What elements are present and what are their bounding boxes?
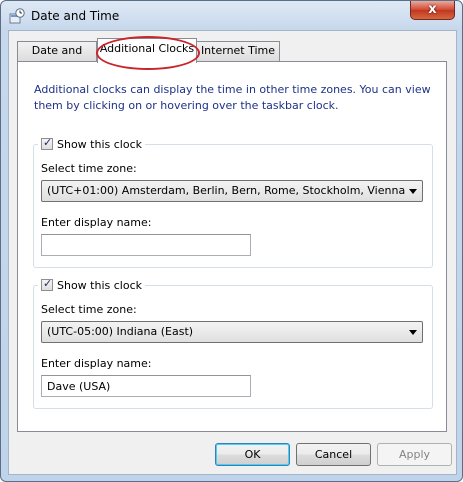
window-title: Date and Time <box>31 9 120 23</box>
timezone-2-label: Select time zone: <box>41 303 137 316</box>
timezone-1-value: (UTC+01:00) Amsterdam, Berlin, Bern, Rom… <box>47 184 406 197</box>
clock-group-1: ✓ Show this clock Select time zone: (UTC… <box>33 136 433 268</box>
chevron-down-icon <box>409 189 417 194</box>
tab-additional-clocks[interactable]: Additional Clocks <box>97 38 197 63</box>
timezone-2-value: (UTC-05:00) Indiana (East) <box>47 325 194 338</box>
additional-clocks-panel: Additional clocks can display the time i… <box>17 61 447 432</box>
clock-group-2: ✓ Show this clock Select time zone: (UTC… <box>33 277 433 409</box>
chevron-down-icon <box>409 330 417 335</box>
tab-date-and-time[interactable]: Date and Time <box>17 41 97 75</box>
clock-icon <box>9 8 25 24</box>
description-text: Additional clocks can display the time i… <box>34 83 431 112</box>
title-bar[interactable]: Date and Time x <box>1 1 462 31</box>
show-clock-2-checkbox[interactable]: ✓ <box>41 277 53 291</box>
dialog-client-area: Date and Time Additional Clocks Internet… <box>8 30 457 475</box>
timezone-1-label: Select time zone: <box>41 162 137 175</box>
display-name-2-input[interactable] <box>41 375 251 397</box>
cancel-button[interactable]: Cancel <box>296 443 371 466</box>
show-clock-2[interactable]: ✓ Show this clock <box>38 277 145 292</box>
display-name-1-label: Enter display name: <box>41 216 152 229</box>
display-name-2-label: Enter display name: <box>41 357 152 370</box>
show-clock-1[interactable]: ✓ Show this clock <box>38 136 145 151</box>
date-time-dialog: Date and Time x Date and Time Additional… <box>0 0 463 482</box>
timezone-2-select[interactable]: (UTC-05:00) Indiana (East) <box>41 321 423 343</box>
show-clock-1-label: Show this clock <box>57 137 142 151</box>
ok-button[interactable]: OK <box>215 443 290 466</box>
apply-button[interactable]: Apply <box>377 443 452 466</box>
checkmark-icon: ✓ <box>43 277 53 290</box>
close-button[interactable]: x <box>410 1 455 20</box>
tab-internet-time[interactable]: Internet Time <box>196 41 280 61</box>
show-clock-1-checkbox[interactable]: ✓ <box>41 136 53 150</box>
checkmark-icon: ✓ <box>43 136 53 149</box>
close-icon: x <box>428 2 437 17</box>
display-name-1-input[interactable] <box>41 234 251 256</box>
timezone-1-select[interactable]: (UTC+01:00) Amsterdam, Berlin, Bern, Rom… <box>41 180 423 202</box>
show-clock-2-label: Show this clock <box>57 278 142 292</box>
